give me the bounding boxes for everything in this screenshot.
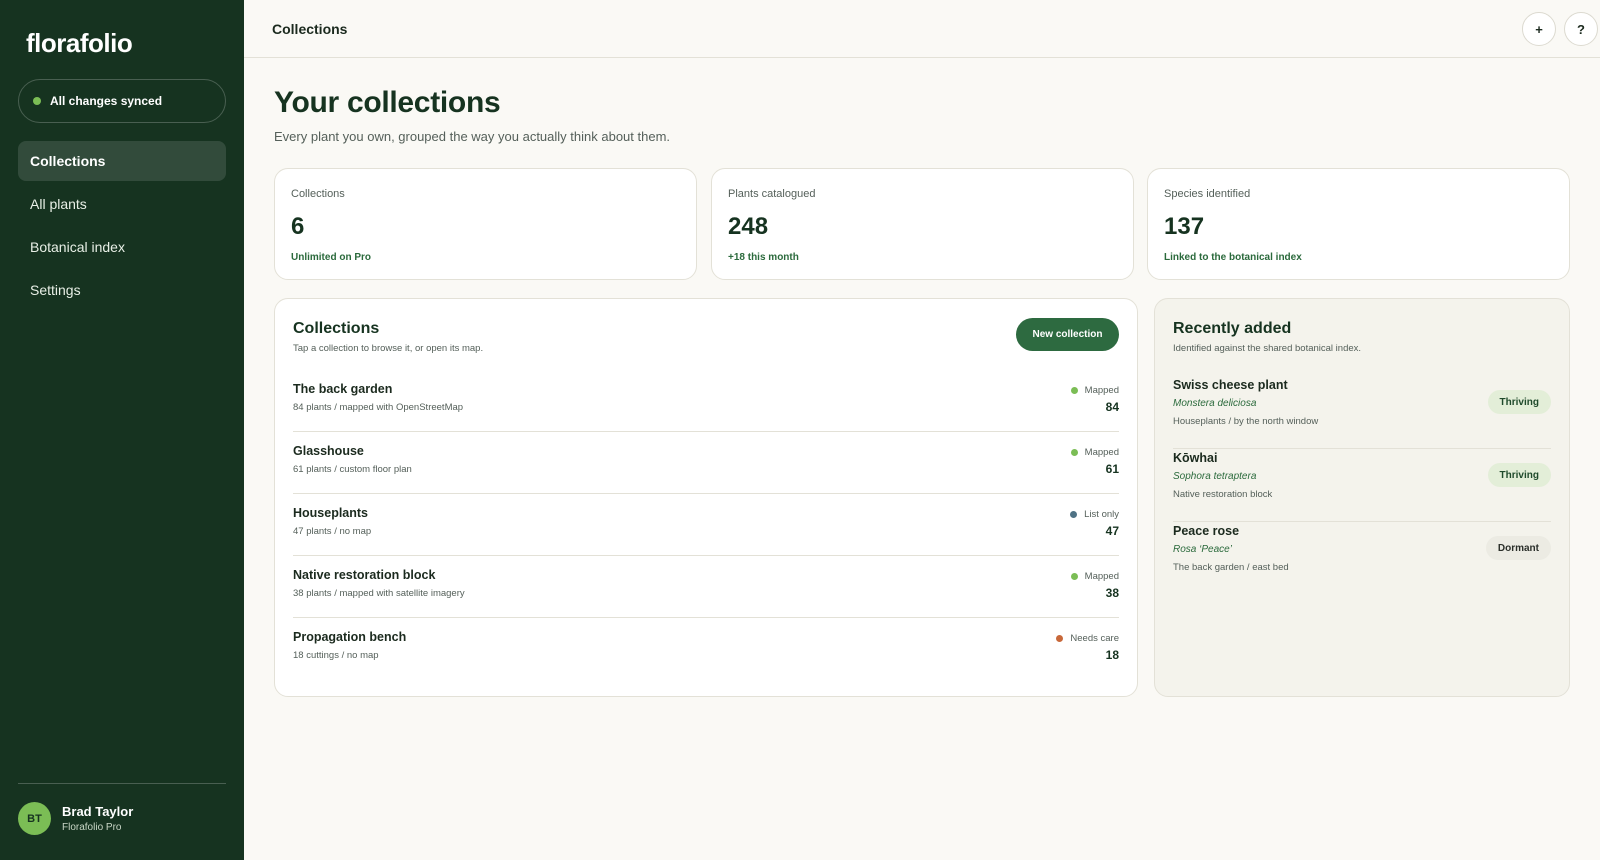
stat-label: Species identified <box>1164 188 1251 200</box>
sidebar: florafolio All changes synced Collection… <box>0 0 244 860</box>
plant-name: Kōwhai <box>1173 451 1218 465</box>
sidebar-item-collections[interactable]: Collections <box>18 141 226 181</box>
stat-card-collections: Collections 6 Unlimited on Pro <box>274 168 697 280</box>
stat-note: +18 this month <box>728 252 799 263</box>
sync-status-dot-icon <box>33 97 41 105</box>
list-item[interactable]: Kōwhai Sophora tetraptera Native restora… <box>1173 449 1551 522</box>
plant-location: The back garden / east bed <box>1173 562 1289 573</box>
user-name: Brad Taylor <box>62 804 134 819</box>
plant-latin-name: Rosa ‘Peace’ <box>1173 544 1232 555</box>
status-label: List only <box>1084 509 1119 520</box>
page-subtitle: Every plant you own, grouped the way you… <box>274 129 671 144</box>
status-label: Mapped <box>1084 571 1119 582</box>
help-icon: ? <box>1577 21 1585 37</box>
collection-name: Glasshouse <box>293 444 364 458</box>
breadcrumb: Collections <box>272 21 348 37</box>
status-badge: Dormant <box>1485 536 1551 560</box>
collection-status: Mapped <box>1070 571 1119 582</box>
collection-count: 38 <box>1105 586 1119 600</box>
status-dot-icon <box>1070 449 1078 456</box>
collection-desc: 18 cuttings / no map <box>293 650 379 661</box>
collection-row[interactable]: The back garden 84 plants / mapped with … <box>293 370 1119 432</box>
brand-logo[interactable]: florafolio <box>26 28 133 59</box>
collection-name: Native restoration block <box>293 568 436 582</box>
list-item[interactable]: Swiss cheese plant Monstera deliciosa Ho… <box>1173 376 1551 449</box>
status-dot-icon <box>1056 635 1064 642</box>
collection-desc: 38 plants / mapped with satellite imager… <box>293 588 465 599</box>
collection-desc: 84 plants / mapped with OpenStreetMap <box>293 402 464 413</box>
status-badge: Thriving <box>1487 390 1551 414</box>
plant-latin-name: Sophora tetraptera <box>1173 471 1257 482</box>
sidebar-divider <box>18 783 226 784</box>
stat-value: 6 <box>291 213 305 240</box>
collections-list: The back garden 84 plants / mapped with … <box>293 370 1119 680</box>
collection-status: Mapped <box>1070 385 1119 396</box>
collection-status: List only <box>1070 509 1119 520</box>
collection-name: The back garden <box>293 382 393 396</box>
collection-status: Mapped <box>1070 447 1119 458</box>
panel-subtitle: Identified against the shared botanical … <box>1173 343 1362 354</box>
collection-desc: 47 plants / no map <box>293 526 372 537</box>
recently-added-panel: Recently added Identified against the sh… <box>1154 298 1570 697</box>
collection-row[interactable]: Houseplants 47 plants / no map List only… <box>293 494 1119 556</box>
sidebar-item-label: All plants <box>30 196 87 212</box>
sidebar-item-all-plants[interactable]: All plants <box>18 184 226 224</box>
status-badge: Thriving <box>1487 463 1551 487</box>
collections-panel: Collections Tap a collection to browse i… <box>274 298 1138 697</box>
status-label: Mapped <box>1084 447 1119 458</box>
collection-name: Houseplants <box>293 506 369 520</box>
plant-name: Swiss cheese plant <box>1173 378 1288 392</box>
stat-label: Collections <box>291 188 345 200</box>
collection-count: 84 <box>1105 400 1119 414</box>
stat-value: 248 <box>728 213 769 240</box>
stat-label: Plants catalogued <box>728 188 816 200</box>
panel-title: Collections <box>293 320 380 337</box>
status-dot-icon <box>1070 573 1078 580</box>
recent-list: Swiss cheese plant Monstera deliciosa Ho… <box>1173 376 1551 595</box>
new-collection-button[interactable]: New collection <box>1016 318 1119 351</box>
list-item[interactable]: Peace rose Rosa ‘Peace’ The back garden … <box>1173 522 1551 595</box>
stat-value: 137 <box>1164 213 1205 240</box>
sidebar-item-label: Collections <box>30 153 106 169</box>
user-profile[interactable]: BT Brad Taylor Florafolio Pro <box>18 802 133 835</box>
stat-note: Unlimited on Pro <box>291 252 371 263</box>
plant-location: Houseplants / by the north window <box>1173 416 1319 427</box>
collection-row[interactable]: Propagation bench 18 cuttings / no map N… <box>293 618 1119 680</box>
sidebar-item-label: Botanical index <box>30 239 125 255</box>
help-button[interactable]: ? <box>1564 12 1598 46</box>
collection-count: 61 <box>1105 462 1119 476</box>
sidebar-nav: Collections All plants Botanical index S… <box>18 141 226 313</box>
collection-name: Propagation bench <box>293 630 407 644</box>
plant-latin-name: Monstera deliciosa <box>1173 398 1257 409</box>
stat-card-species: Species identified 137 Linked to the bot… <box>1147 168 1570 280</box>
status-dot-icon <box>1070 387 1078 394</box>
collection-row[interactable]: Glasshouse 61 plants / custom floor plan… <box>293 432 1119 494</box>
collection-count: 18 <box>1105 648 1119 662</box>
stat-note: Linked to the botanical index <box>1164 252 1302 263</box>
collection-desc: 61 plants / custom floor plan <box>293 464 412 475</box>
plus-icon: + <box>1535 21 1543 37</box>
status-label: Needs care <box>1070 633 1119 644</box>
user-plan: Florafolio Pro <box>62 822 122 833</box>
plant-name: Peace rose <box>1173 524 1240 538</box>
sidebar-item-settings[interactable]: Settings <box>18 270 226 310</box>
collection-status: Needs care <box>1056 633 1119 644</box>
plant-location: Native restoration block <box>1173 489 1273 500</box>
sidebar-item-label: Settings <box>30 282 81 298</box>
collection-row[interactable]: Native restoration block 38 plants / map… <box>293 556 1119 618</box>
status-label: Mapped <box>1084 385 1119 396</box>
avatar: BT <box>18 802 51 835</box>
collection-count: 47 <box>1105 524 1119 538</box>
sidebar-item-botanical-index[interactable]: Botanical index <box>18 227 226 267</box>
sync-status-pill: All changes synced <box>18 79 226 123</box>
top-bar: Collections + ? <box>244 0 1600 58</box>
stat-card-plants: Plants catalogued 248 +18 this month <box>711 168 1134 280</box>
sync-status-label: All changes synced <box>50 94 163 108</box>
status-dot-icon <box>1070 511 1078 518</box>
panel-title: Recently added <box>1173 320 1292 337</box>
add-button[interactable]: + <box>1522 12 1556 46</box>
page-title: Your collections <box>274 86 501 119</box>
panel-subtitle: Tap a collection to browse it, or open i… <box>293 343 484 354</box>
